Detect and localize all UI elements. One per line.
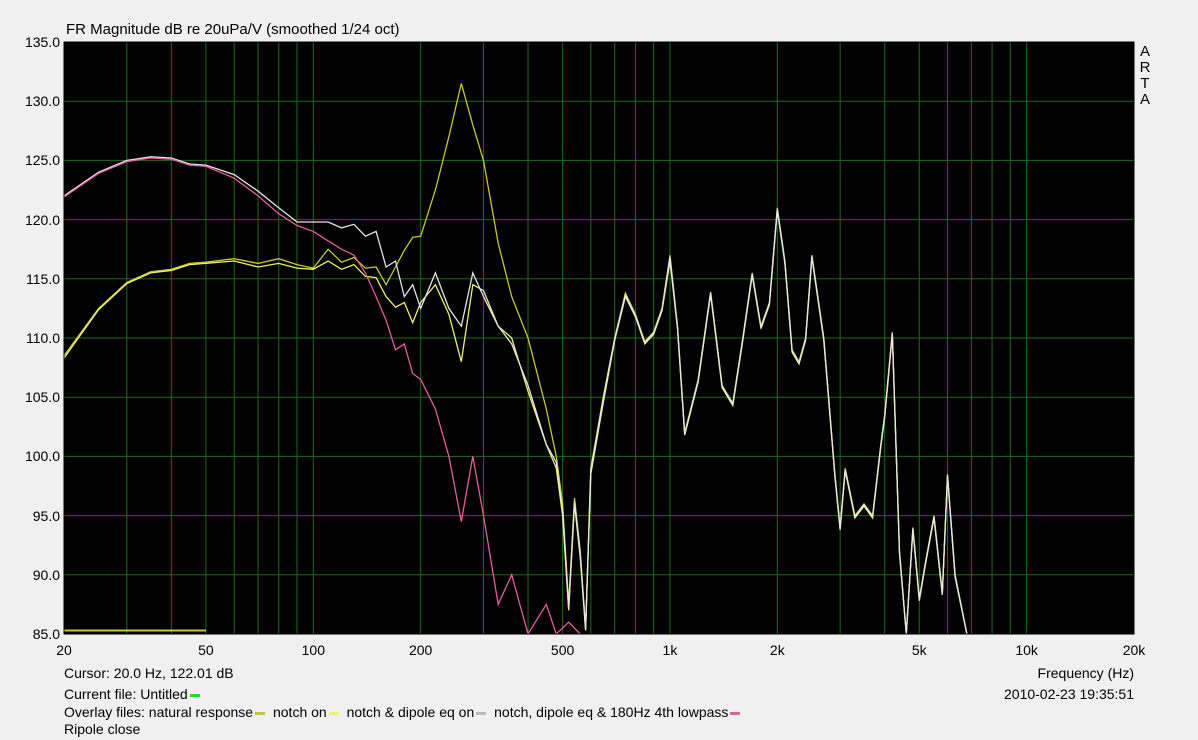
arta-letter: T — [1140, 75, 1150, 92]
legend-swatch — [328, 711, 339, 715]
overlay-item: notch, dipole eq & 180Hz 4th lowpass — [494, 704, 729, 720]
x-tick-label: 20 — [56, 642, 72, 658]
y-tick-label: 95.0 — [32, 507, 60, 524]
overlay-item: notch on — [272, 704, 327, 720]
cursor-readout: Cursor: 20.0 Hz, 122.01 dB — [64, 665, 234, 681]
timestamp: 2010-02-23 19:35:51 — [1004, 686, 1134, 702]
y-tick-label: 115.0 — [26, 270, 60, 287]
x-tick-label: 10k — [1015, 642, 1038, 658]
current-file: Current file: Untitled — [64, 686, 204, 702]
x-axis-label: Frequency (Hz) — [1037, 665, 1134, 681]
y-tick-label: 85.0 — [32, 626, 60, 642]
y-tick-label: 100.0 — [24, 448, 60, 465]
x-tick-label: 20k — [1122, 642, 1146, 658]
y-tick-label: 130.0 — [24, 93, 60, 110]
overlay-label: Overlay files: natural response — [64, 704, 254, 720]
x-tick-label: 200 — [408, 642, 433, 658]
arta-letter: A — [1139, 43, 1150, 60]
x-tick-label: 50 — [198, 642, 214, 658]
legend-swatch — [255, 711, 266, 715]
current-file-swatch — [189, 693, 200, 697]
legend-swatch — [730, 711, 741, 715]
y-tick-label: 120.0 — [24, 211, 60, 228]
arta-letter: R — [1139, 59, 1151, 76]
plot-area[interactable] — [0, 0, 1198, 740]
x-tick-label: 100 — [301, 642, 325, 658]
x-tick-label: 500 — [550, 642, 575, 658]
y-tick-label: 90.0 — [32, 566, 60, 583]
overlay-item: notch & dipole eq on — [346, 704, 475, 720]
arta-logo: A R T A — [1139, 44, 1151, 108]
x-tick-label: 2k — [769, 642, 785, 658]
x-tick-label: 1k — [662, 642, 678, 658]
current-file-label: Current file: Untitled — [64, 686, 188, 702]
y-tick-label: 110.0 — [26, 330, 60, 346]
arta-letter: A — [1139, 91, 1150, 108]
y-tick-label: 125.0 — [24, 152, 60, 169]
y-tick-label: 135.0 — [24, 34, 60, 50]
x-tick-label: 5k — [911, 642, 927, 658]
y-tick-label: 105.0 — [24, 389, 60, 406]
footer-note: Ripole close — [64, 721, 141, 737]
legend-swatch — [476, 711, 487, 715]
overlay-files: Overlay files: natural response notch on… — [64, 704, 744, 720]
